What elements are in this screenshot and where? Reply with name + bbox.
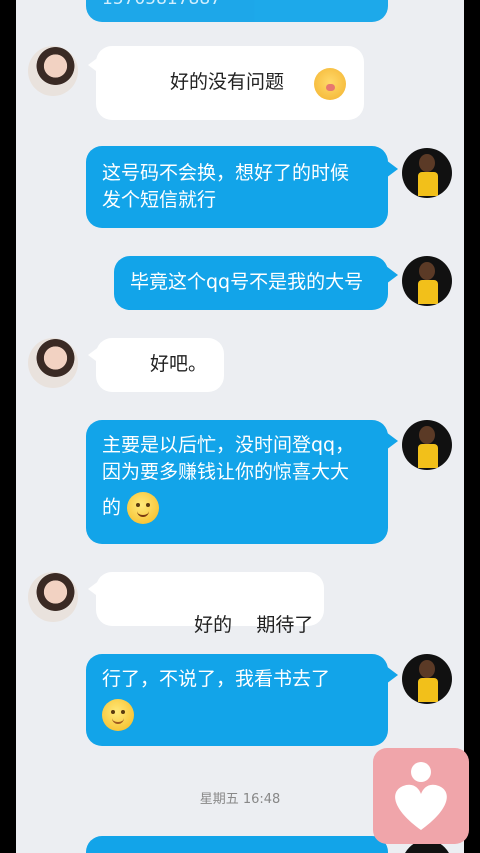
chat-screen: 15705817887 好的没有问题 这号码不会换，想好了的时候 发个短信就行 … bbox=[16, 0, 464, 853]
face-icon bbox=[419, 660, 435, 678]
message-text: 毕竟这个qq号不是我的大号 bbox=[130, 271, 364, 293]
pig-face-emoji-icon bbox=[314, 68, 346, 100]
heart-person-icon bbox=[395, 762, 447, 830]
message-text: 15705817887 bbox=[102, 0, 221, 9]
user-avatar[interactable] bbox=[402, 420, 452, 470]
outgoing-message[interactable]: 毕竟这个qq号不是我的大号 bbox=[114, 256, 388, 310]
smile-emoji-icon bbox=[127, 492, 160, 524]
message-line: 行了，不说了，我看书去了 bbox=[102, 668, 331, 690]
jersey-icon bbox=[418, 444, 438, 468]
incoming-message[interactable]: 好的 期待了 bbox=[96, 572, 324, 636]
jersey-icon bbox=[418, 678, 438, 702]
message-line: 这号码不会换，想好了的时候 bbox=[102, 162, 350, 184]
contact-avatar[interactable] bbox=[28, 338, 78, 388]
message-line: 发个短信就行 bbox=[102, 189, 217, 211]
outgoing-message[interactable]: 15705817887 bbox=[86, 0, 388, 22]
jersey-icon bbox=[418, 172, 438, 196]
outgoing-message[interactable]: 主要是以后忙，没时间登qq， 因为要多赚钱让你的惊喜大大 的 bbox=[86, 420, 388, 544]
message-line: 因为要多赚钱让你的惊喜大大 bbox=[102, 461, 350, 483]
message-line: 的 bbox=[102, 496, 122, 519]
face-icon bbox=[419, 426, 435, 444]
face-icon bbox=[419, 154, 435, 172]
contact-avatar[interactable] bbox=[28, 572, 78, 622]
message-text: 好吧。 bbox=[150, 353, 208, 375]
thinking-emoji-icon bbox=[102, 699, 134, 731]
outgoing-message[interactable]: 行了，不说了，我看书去了 bbox=[86, 654, 388, 746]
message-text: 好的 期待了 bbox=[194, 614, 314, 636]
message-line: 主要是以后忙，没时间登qq， bbox=[102, 434, 355, 456]
face-icon bbox=[419, 262, 435, 280]
heart-floating-button[interactable] bbox=[373, 748, 469, 844]
incoming-message[interactable]: 好吧。 bbox=[96, 338, 224, 392]
contact-avatar[interactable] bbox=[28, 46, 78, 96]
incoming-message[interactable]: 好的没有问题 bbox=[96, 46, 364, 120]
outgoing-message[interactable] bbox=[86, 836, 388, 853]
user-avatar[interactable] bbox=[402, 148, 452, 198]
user-avatar[interactable] bbox=[402, 256, 452, 306]
jersey-icon bbox=[418, 280, 438, 304]
message-text: 好的没有问题 bbox=[170, 71, 285, 93]
user-avatar[interactable] bbox=[402, 654, 452, 704]
outgoing-message[interactable]: 这号码不会换，想好了的时候 发个短信就行 bbox=[86, 146, 388, 228]
